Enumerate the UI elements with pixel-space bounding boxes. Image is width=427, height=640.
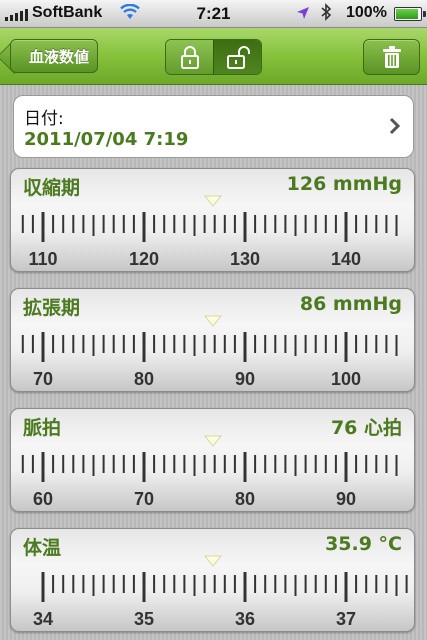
ruler-tick-label: 34: [33, 609, 53, 629]
value-indicator-icon: [203, 195, 223, 207]
ruler-tick-label: 130: [230, 249, 260, 269]
pulse-panel: 脈拍 76 心拍 60 70 80 90: [10, 408, 415, 512]
location-arrow-icon: [296, 5, 310, 24]
date-value: 2011/07/04 7:19: [24, 129, 189, 150]
ruler-tick-label: 100: [331, 369, 361, 389]
ruler-tick-label: 80: [134, 369, 154, 389]
lock-button[interactable]: [166, 40, 213, 74]
ruler-tick-label: 140: [331, 249, 361, 269]
ruler-tick-label: 70: [33, 369, 53, 389]
value-indicator-icon: [203, 555, 223, 567]
systolic-ruler[interactable]: 110 120 130 140: [11, 169, 416, 273]
value-indicator-icon: [203, 435, 223, 447]
lock-closed-icon: [180, 46, 199, 69]
status-bar: SoftBank 7:21 100%: [0, 0, 427, 28]
date-row[interactable]: 日付: 2011/07/04 7:19: [13, 95, 414, 158]
lock-segmented-control: [165, 39, 262, 75]
back-button[interactable]: 血液数値: [10, 39, 98, 73]
trash-icon: [382, 46, 401, 68]
ruler-tick-label: 37: [336, 609, 356, 629]
chevron-right-icon: [389, 117, 401, 135]
ruler-tick-label: 80: [235, 489, 255, 509]
ruler-tick-label: 35: [134, 609, 154, 629]
unlock-button[interactable]: [213, 40, 261, 74]
pulse-ruler[interactable]: 60 70 80 90: [11, 409, 416, 513]
diastolic-ruler[interactable]: 70 80 90 100: [11, 289, 416, 393]
diastolic-panel: 拡張期 86 mmHg 70 80 90 100: [10, 288, 415, 392]
ruler-tick-label: 70: [134, 489, 154, 509]
content-area: 日付: 2011/07/04 7:19 収縮期 126 mmHg 110 120 1…: [0, 85, 427, 640]
temperature-panel: 体温 35.9 °C 34 35 36 37: [10, 528, 415, 632]
ruler-tick-label: 36: [235, 609, 255, 629]
lock-open-icon: [226, 46, 250, 69]
date-label: 日付:: [24, 109, 64, 129]
ruler-tick-label: 120: [129, 249, 159, 269]
temperature-ruler[interactable]: 34 35 36 37: [11, 529, 416, 633]
value-indicator-icon: [203, 315, 223, 327]
ruler-tick-label: 60: [33, 489, 53, 509]
bluetooth-icon: [320, 3, 332, 25]
ruler-tick-label: 90: [336, 489, 356, 509]
ruler-tick-label: 90: [235, 369, 255, 389]
delete-button[interactable]: [363, 39, 420, 75]
battery-percent: 100%: [346, 4, 387, 21]
navigation-bar: 血液数値: [0, 28, 427, 85]
battery-icon: [394, 7, 426, 21]
systolic-panel: 収縮期 126 mmHg 110 120 130 140: [10, 168, 415, 272]
battery-fill: [396, 9, 418, 19]
ruler-tick-label: 110: [28, 249, 57, 269]
